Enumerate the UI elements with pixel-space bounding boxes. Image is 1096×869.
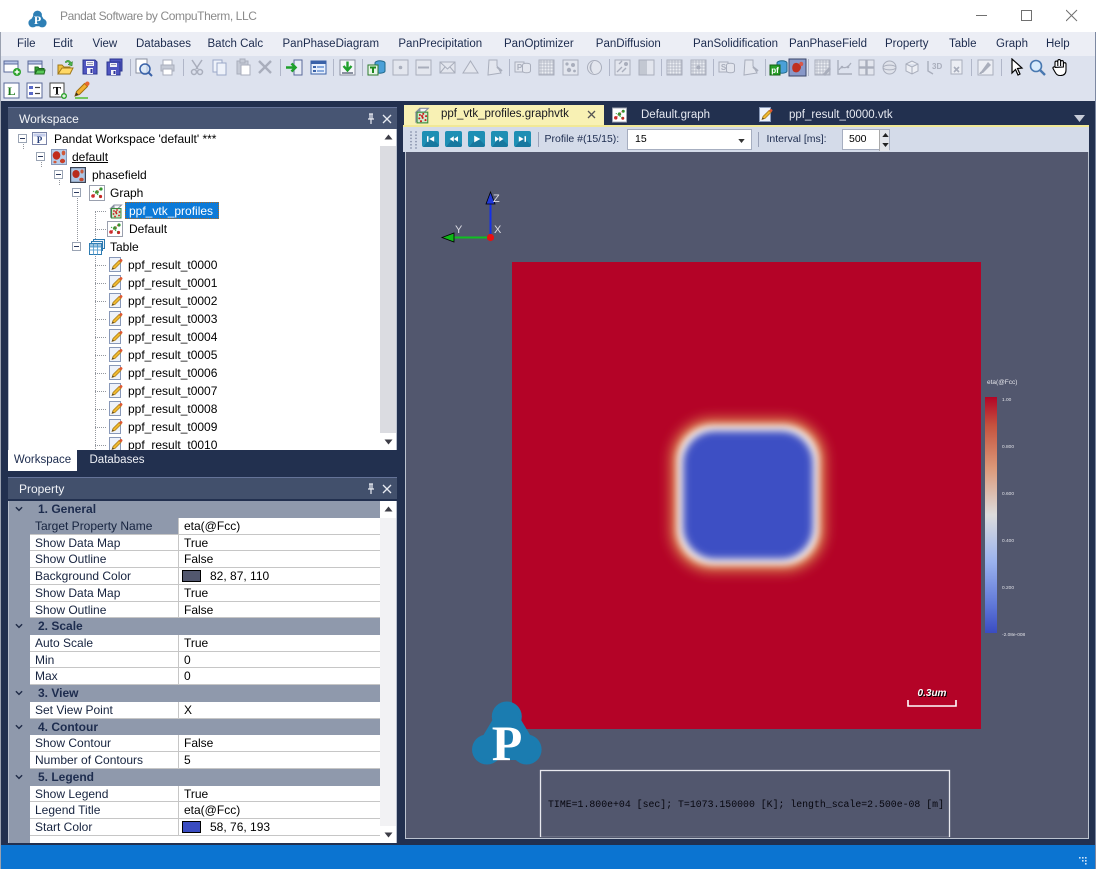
svg-text:0.800: 0.800	[1002, 444, 1014, 450]
svg-text:P: P	[492, 715, 523, 771]
svg-text:P: P	[517, 63, 523, 72]
svg-text:pf: pf	[771, 66, 779, 75]
svg-text:P: P	[34, 13, 41, 27]
svg-text:TIME=1.800e+04 [sec]; T=1073.1: TIME=1.800e+04 [sec]; T=1073.150000 [K];…	[548, 799, 944, 811]
svg-text:P: P	[37, 135, 43, 145]
svg-text:X: X	[494, 224, 502, 236]
svg-text:0.3um: 0.3um	[918, 688, 947, 699]
svg-text:1.00: 1.00	[1002, 397, 1012, 403]
svg-text:Z: Z	[493, 193, 500, 205]
svg-text:Y: Y	[455, 224, 463, 236]
svg-text:3D: 3D	[932, 62, 942, 71]
svg-text:-2.08e-008: -2.08e-008	[1002, 632, 1026, 638]
svg-text:T: T	[53, 84, 61, 98]
svg-text:L: L	[7, 84, 15, 98]
svg-text:0.600: 0.600	[1002, 491, 1014, 497]
svg-text:eta(@Fcc): eta(@Fcc)	[987, 379, 1017, 386]
svg-text:0.200: 0.200	[1002, 585, 1014, 591]
svg-text:S: S	[721, 63, 727, 72]
svg-text:0.400: 0.400	[1002, 538, 1014, 544]
